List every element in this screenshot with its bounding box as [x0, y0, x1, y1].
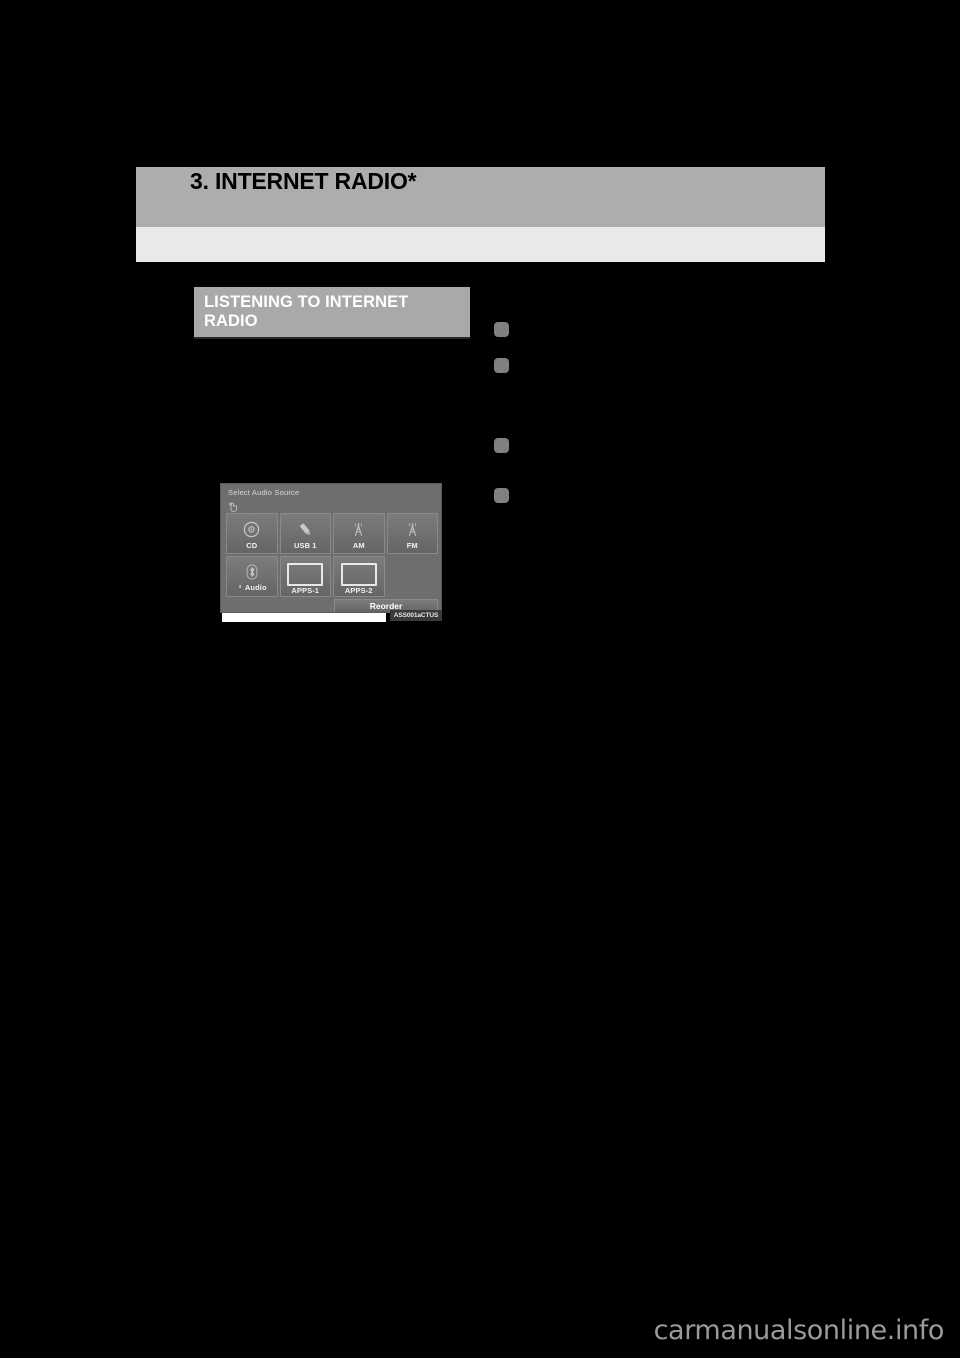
source-button-apps-1[interactable]: APPS-1	[279, 556, 331, 597]
source-label-apps-2: APPS-2	[344, 586, 373, 595]
page-root: { "page": { "background_color": "#000000…	[0, 0, 960, 1358]
radio-tower-icon	[401, 518, 423, 540]
screen-title: Select Audio Source	[228, 488, 300, 497]
compact-disc-icon	[241, 518, 263, 540]
hand-touch-icon	[227, 500, 241, 512]
subsection-heading-box: LISTENING TO INTERNET RADIO	[194, 287, 470, 337]
figure-caption-code: ASS001aCTUS	[390, 610, 442, 621]
source-label-fm: FM	[406, 541, 418, 550]
list-item	[494, 322, 509, 337]
list-item	[494, 438, 509, 453]
figure-bottom-bar	[222, 613, 386, 622]
usb-stick-icon	[294, 518, 316, 540]
source-button-fm[interactable]: FM	[386, 513, 438, 554]
site-watermark: carmanualsonline.info	[653, 1315, 945, 1346]
list-item	[494, 488, 509, 503]
source-row-1: CD USB 1 AM FM	[226, 513, 438, 554]
source-label-apps-1: APPS-1	[291, 586, 320, 595]
subsection-underline	[194, 337, 470, 339]
source-row-2: Audio APPS-1 APPS-2	[226, 556, 438, 597]
page-header: 2. RADIO OPERATION 3. INTERNET RADIO*	[136, 167, 825, 262]
page-title: 3. INTERNET RADIO*	[190, 168, 417, 194]
bullet-dot-icon	[494, 358, 509, 373]
subsection-title-line-1: LISTENING TO INTERNET	[204, 293, 409, 311]
source-label-audio-text: Audio	[244, 583, 267, 592]
source-button-usb1[interactable]: USB 1	[279, 513, 331, 554]
figure-audio-source-screen: Select Audio Source CD USB 1 AM FM Audio…	[220, 483, 442, 622]
bullet-dot-icon	[494, 322, 509, 337]
app-placeholder-icon	[340, 563, 377, 586]
source-button-am[interactable]: AM	[333, 513, 385, 554]
audio-source-grid: CD USB 1 AM FM Audio APPS-1 APPS-2	[226, 513, 438, 599]
subsection-title-line-2: RADIO	[204, 312, 258, 330]
section-band	[136, 227, 825, 262]
source-slot-empty	[387, 556, 438, 597]
source-button-bluetooth-audio[interactable]: Audio	[226, 556, 278, 597]
bluetooth-small-icon	[237, 582, 243, 593]
app-placeholder-icon	[287, 563, 324, 586]
bluetooth-icon	[241, 561, 263, 583]
radio-tower-icon	[348, 518, 370, 540]
list-item	[494, 358, 509, 373]
left-column: LISTENING TO INTERNET RADIO	[194, 287, 470, 339]
head-unit-screen: Select Audio Source CD USB 1 AM FM Audio…	[220, 483, 442, 613]
source-label-cd: CD	[246, 541, 258, 550]
source-label-bluetooth-audio: Audio	[227, 582, 277, 593]
figure-caption-code-text: ASS001aCTUS	[393, 612, 439, 619]
source-label-am: AM	[352, 541, 365, 550]
bullet-dot-icon	[494, 488, 509, 503]
source-button-apps-2[interactable]: APPS-2	[333, 556, 385, 597]
source-label-usb1: USB 1	[293, 541, 317, 550]
source-button-cd[interactable]: CD	[226, 513, 278, 554]
bullet-dot-icon	[494, 438, 509, 453]
